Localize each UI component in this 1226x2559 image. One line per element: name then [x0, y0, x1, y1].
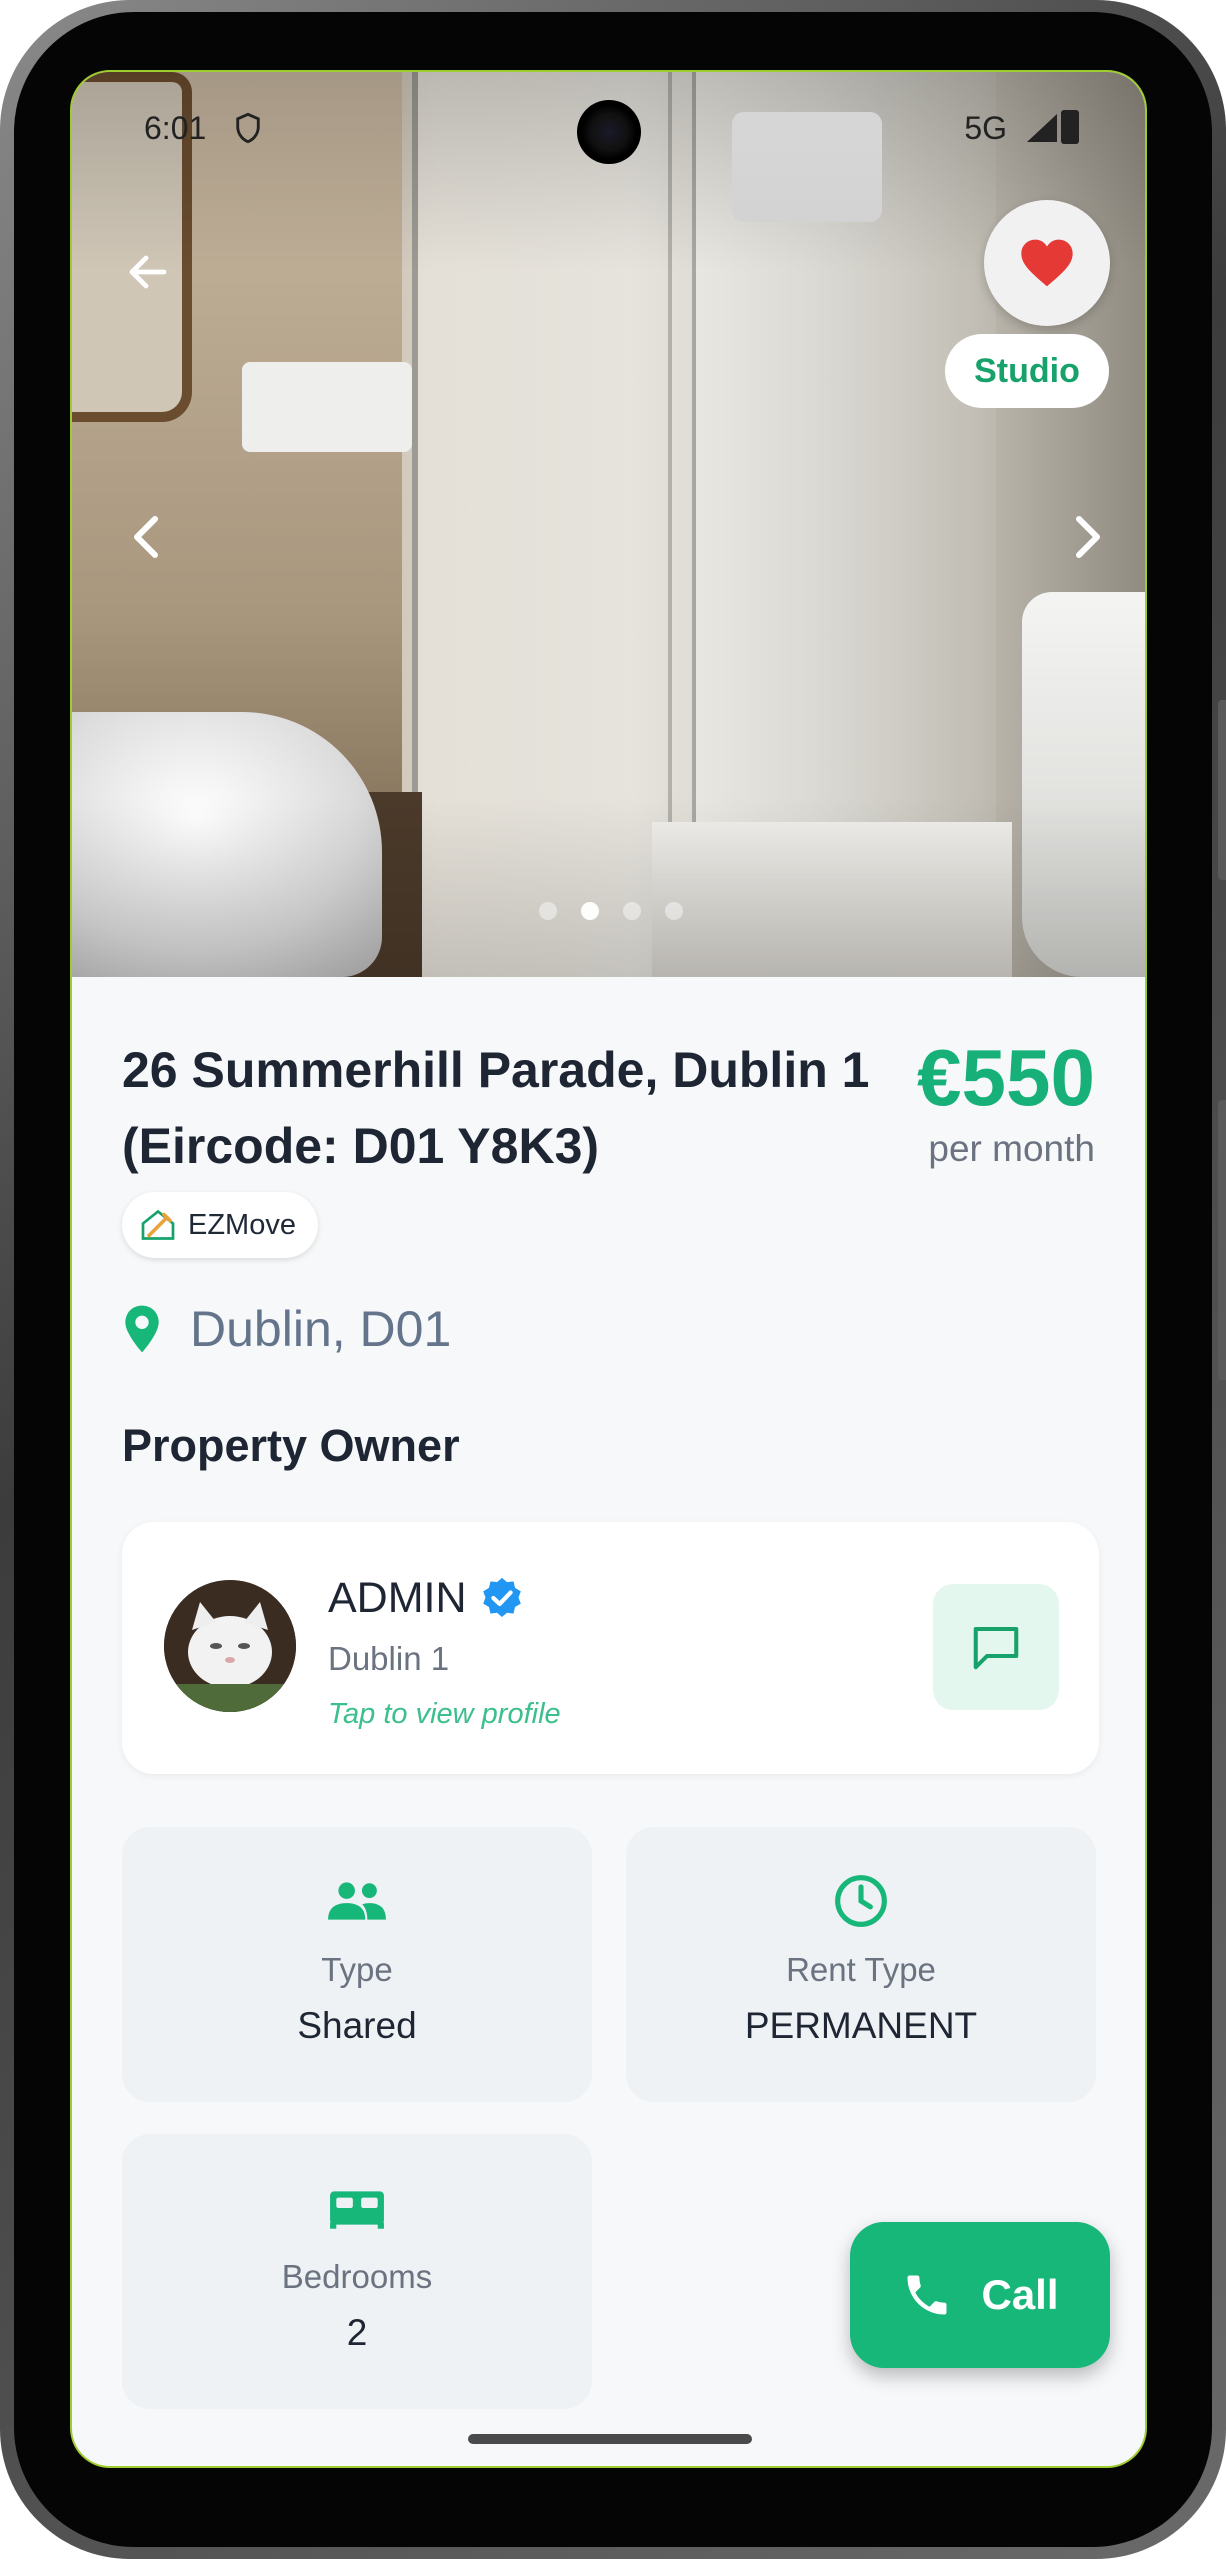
signal-icon — [1027, 114, 1057, 142]
phone-icon — [907, 2275, 947, 2315]
price-amount: €550 — [917, 1033, 1095, 1122]
price-block: €550 per month — [917, 1032, 1095, 1170]
cat-avatar-image — [164, 1580, 296, 1712]
view-profile-hint[interactable]: Tap to view profile — [328, 1698, 561, 1731]
agency-name: EZMove — [188, 1208, 296, 1241]
chevron-right-icon — [1076, 516, 1100, 558]
heart-icon — [1021, 239, 1073, 287]
chat-icon — [973, 1626, 1019, 1670]
owner-name-row: ADMIN — [328, 1574, 525, 1623]
previous-photo-button[interactable] — [112, 492, 182, 582]
detail-card-bedrooms: Bedrooms 2 — [122, 2134, 592, 2409]
people-icon — [328, 1882, 386, 1920]
home-indicator[interactable] — [468, 2434, 752, 2444]
phone-frame: 6:01 5G Studio 26 Summerhill Parade, Dub… — [0, 0, 1226, 2559]
owner-name: ADMIN — [328, 1574, 467, 1622]
verified-badge-icon — [482, 1577, 521, 1617]
detail-value: 2 — [346, 2312, 368, 2353]
detail-card-type: Type Shared — [122, 1827, 592, 2102]
shield-icon — [236, 112, 260, 144]
front-camera — [577, 100, 641, 164]
volume-button — [1218, 700, 1226, 880]
photo-dot[interactable] — [538, 902, 557, 920]
photo-dot-active[interactable] — [580, 902, 599, 920]
call-button[interactable]: Call — [850, 2222, 1110, 2368]
agency-logo-icon — [141, 1209, 175, 1240]
agency-chip[interactable]: EZMove — [122, 1192, 318, 1258]
owner-avatar[interactable] — [164, 1580, 296, 1712]
battery-icon — [1061, 110, 1079, 144]
listing-type-badge: Studio — [945, 334, 1109, 408]
location-pin-icon — [125, 1305, 159, 1353]
location-text: Dublin, D01 — [190, 1301, 452, 1357]
owner-card[interactable]: ADMIN Dublin 1 Tap to view profile — [122, 1522, 1099, 1774]
listing-location: Dublin, D01 — [122, 1300, 451, 1358]
price-period: per month — [928, 1128, 1095, 1169]
owner-location: Dublin 1 — [328, 1640, 450, 1677]
owner-section-title: Property Owner — [122, 1420, 460, 1471]
photo-indicator — [72, 902, 1145, 932]
detail-value: PERMANENT — [744, 2005, 978, 2046]
back-button[interactable] — [108, 232, 188, 312]
network-label: 5G — [964, 110, 1007, 146]
power-button — [1218, 1100, 1226, 1380]
status-time: 6:01 — [144, 110, 207, 146]
photo-dot[interactable] — [664, 902, 683, 920]
detail-label: Rent Type — [786, 1951, 936, 1988]
property-photo-carousel[interactable]: 6:01 5G Studio — [72, 72, 1145, 977]
listing-title: 26 Summerhill Parade, Dublin 1 (Eircode:… — [122, 1042, 870, 1174]
favorite-button[interactable] — [984, 200, 1110, 326]
detail-label: Type — [321, 1951, 393, 1988]
detail-label: Bedrooms — [281, 2258, 433, 2295]
clock-icon — [835, 1875, 887, 1927]
app-screen: 6:01 5G Studio 26 Summerhill Parade, Dub… — [70, 70, 1147, 2468]
call-label: Call — [981, 2271, 1059, 2318]
detail-value: Shared — [297, 2005, 417, 2046]
arrow-left-icon — [129, 255, 167, 289]
next-photo-button[interactable] — [1052, 492, 1122, 582]
detail-card-rent-type: Rent Type PERMANENT — [626, 1827, 1096, 2102]
bed-icon — [330, 2191, 384, 2229]
message-owner-button[interactable] — [933, 1584, 1059, 1710]
chevron-left-icon — [134, 516, 158, 558]
photo-dot[interactable] — [622, 902, 641, 920]
